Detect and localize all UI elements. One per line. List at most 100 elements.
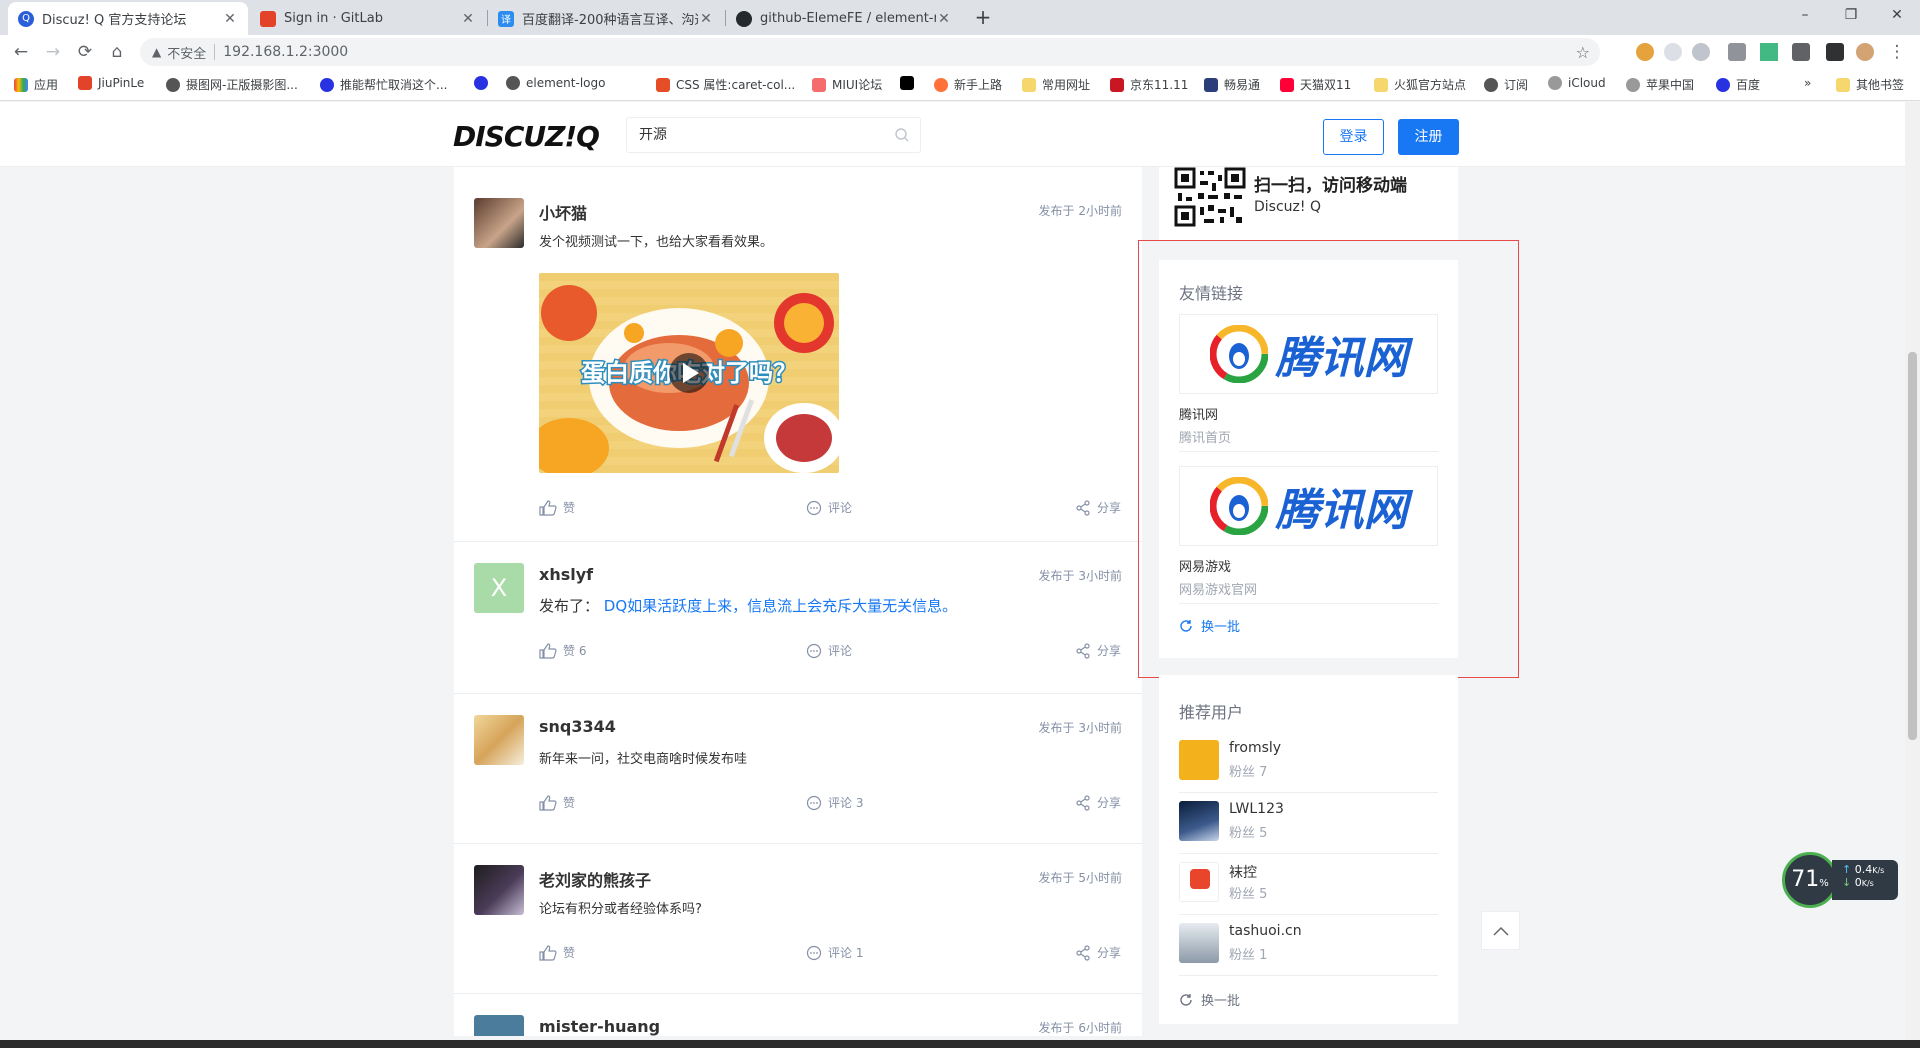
bookmark-item[interactable]: JiuPinLe <box>78 76 144 90</box>
search-input[interactable]: 开源 <box>626 117 921 153</box>
friend-link-item[interactable]: 腾讯网 腾讯网 腾讯首页 <box>1179 314 1438 446</box>
scrollbar-thumb[interactable] <box>1908 352 1917 740</box>
like-button[interactable]: 赞 <box>539 794 575 811</box>
user-name[interactable]: LWL123 <box>1229 801 1284 817</box>
avatar[interactable]: X <box>474 563 524 613</box>
bookmark-item[interactable]: 推能帮忙取消这个... <box>320 76 447 93</box>
home-icon[interactable]: ⌂ <box>104 39 130 65</box>
login-button[interactable]: 登录 <box>1323 119 1384 155</box>
bookmark-item[interactable]: element-logo <box>506 76 605 90</box>
extension-icon[interactable] <box>1692 43 1710 61</box>
bookmark-item[interactable] <box>900 76 920 90</box>
like-button[interactable]: 赞 <box>539 499 575 516</box>
user-item[interactable]: fromsly 粉丝 7 <box>1179 732 1438 793</box>
bookmarks-overflow-button[interactable]: » <box>1804 76 1811 90</box>
post-link[interactable]: DQ如果活跃度上来，信息流上会充斥大量无关信息。 <box>604 597 957 615</box>
tab-baidu-translate[interactable]: 译 百度翻译-200种语言互译、沟通 ✕ <box>488 2 724 35</box>
discuz-logo[interactable]: DISCUZ!Q <box>453 120 600 153</box>
share-button[interactable]: 分享 <box>1075 499 1121 516</box>
post-item[interactable]: X xhslyf 发布于 3小时前 发布了： DQ如果活跃度上来，信息流上会充斥… <box>454 543 1142 694</box>
close-tab-icon[interactable]: ✕ <box>698 11 714 27</box>
vue-devtools-icon[interactable] <box>1760 43 1778 61</box>
extension-icon[interactable] <box>1792 43 1810 61</box>
user-item[interactable]: 袜控 粉丝 5 <box>1179 854 1438 915</box>
bookmark-item[interactable]: 应用 <box>14 76 58 93</box>
bookmark-item[interactable]: iCloud <box>1548 76 1606 90</box>
minimize-button[interactable]: – <box>1782 0 1828 30</box>
bookmark-star-icon[interactable]: ☆ <box>1576 43 1590 62</box>
user-item[interactable]: tashuoi.cn 粉丝 1 <box>1179 915 1438 976</box>
avatar[interactable] <box>474 1015 524 1036</box>
avatar[interactable] <box>474 715 524 765</box>
refresh-links-button[interactable]: 换一批 <box>1179 616 1240 635</box>
tab-github[interactable]: github-ElemeFE / element-rea ✕ <box>726 2 962 35</box>
extension-icon[interactable] <box>1664 43 1682 61</box>
avatar[interactable] <box>1179 923 1219 963</box>
post-author[interactable]: xhslyf <box>539 565 593 584</box>
bookmark-item[interactable]: MIUI论坛 <box>812 76 882 93</box>
bookmark-item[interactable]: 畅易通 <box>1204 76 1260 93</box>
post-text[interactable]: 新年来一问，社交电商啥时候发布哇 <box>539 748 747 767</box>
post-author[interactable]: snq3344 <box>539 717 616 736</box>
post-item[interactable]: 小坏猫 发布于 2小时前 发个视频测试一下，也给大家看看效果。 赞 评论 分享 <box>454 178 1142 542</box>
video-thumbnail[interactable]: 蛋白质你吃对了吗？ <box>539 273 839 473</box>
close-tab-icon[interactable]: ✕ <box>460 11 476 27</box>
post-author[interactable]: 小坏猫 <box>539 200 587 224</box>
page-scrollbar[interactable] <box>1905 102 1920 1040</box>
more-menu-icon[interactable]: ⋮ <box>1884 39 1910 65</box>
avatar[interactable] <box>1179 801 1219 841</box>
bookmark-item[interactable]: 其他书签 <box>1836 76 1904 93</box>
new-tab-button[interactable]: + <box>970 5 996 31</box>
bookmark-item[interactable]: 百度 <box>1716 76 1760 93</box>
avatar[interactable] <box>1179 862 1219 902</box>
tab-discuz[interactable]: Q Discuz! Q 官方支持论坛 ✕ <box>8 2 248 35</box>
avatar[interactable] <box>474 865 524 915</box>
search-icon[interactable] <box>894 127 910 143</box>
bookmark-item[interactable]: 京东11.11 <box>1110 76 1188 93</box>
comment-button[interactable]: 评论 <box>806 499 852 516</box>
refresh-users-button[interactable]: 换一批 <box>1179 990 1240 1009</box>
post-author[interactable]: 老刘家的熊孩子 <box>539 867 651 891</box>
bookmark-item[interactable]: 苹果中国 <box>1626 76 1694 93</box>
user-item[interactable]: LWL123 粉丝 5 <box>1179 793 1438 854</box>
forward-icon[interactable]: → <box>40 39 66 65</box>
user-name[interactable]: tashuoi.cn <box>1229 923 1302 939</box>
post-text[interactable]: 发个视频测试一下，也给大家看看效果。 <box>539 231 773 250</box>
like-button[interactable]: 赞 <box>539 944 575 961</box>
back-to-top-button[interactable] <box>1481 911 1520 950</box>
share-button[interactable]: 分享 <box>1075 944 1121 961</box>
tab-gitlab[interactable]: Sign in · GitLab ✕ <box>250 2 486 35</box>
user-name[interactable]: 袜控 <box>1229 862 1257 882</box>
bookmark-item[interactable]: 订阅 <box>1484 76 1528 93</box>
bookmark-item[interactable]: 摄图网-正版摄影图... <box>166 76 298 93</box>
post-text[interactable]: 论坛有积分或者经验体系吗? <box>539 898 702 917</box>
comment-button[interactable]: 评论 1 <box>806 944 863 961</box>
like-button[interactable]: 赞 6 <box>539 642 586 659</box>
puzzle-icon[interactable] <box>1826 43 1844 61</box>
bookmark-item[interactable] <box>474 76 494 90</box>
cookie-extension-icon[interactable] <box>1636 43 1654 61</box>
share-button[interactable]: 分享 <box>1075 642 1121 659</box>
post-item[interactable]: mister-huang 发布于 6小时前 <box>454 995 1142 1036</box>
bookmark-item[interactable]: 新手上路 <box>934 76 1002 93</box>
profile-avatar-icon[interactable] <box>1856 43 1874 61</box>
network-speed-widget[interactable]: 71% ↑ 0.4K/s ↓ 0K/s <box>1782 852 1900 908</box>
comment-button[interactable]: 评论 <box>806 642 852 659</box>
back-icon[interactable]: ← <box>8 39 34 65</box>
extension-icon[interactable] <box>1728 43 1746 61</box>
close-tab-icon[interactable]: ✕ <box>936 11 952 27</box>
close-tab-icon[interactable]: ✕ <box>222 11 238 27</box>
user-name[interactable]: fromsly <box>1229 740 1281 756</box>
comment-button[interactable]: 评论 3 <box>806 794 863 811</box>
bookmark-item[interactable]: 火狐官方站点 <box>1374 76 1466 93</box>
bookmark-item[interactable]: 天猫双11 <box>1280 76 1351 93</box>
bookmark-item[interactable]: 常用网址 <box>1022 76 1090 93</box>
post-item[interactable]: 老刘家的熊孩子 发布于 5小时前 论坛有积分或者经验体系吗? 赞 评论 1 分享 <box>454 845 1142 994</box>
post-author[interactable]: mister-huang <box>539 1017 660 1036</box>
close-window-button[interactable]: ✕ <box>1874 0 1920 30</box>
reload-icon[interactable]: ⟳ <box>72 39 98 65</box>
register-button[interactable]: 注册 <box>1398 119 1459 155</box>
bookmark-item[interactable]: CSS 属性:caret-col... <box>656 76 795 93</box>
post-item[interactable]: snq3344 发布于 3小时前 新年来一问，社交电商啥时候发布哇 赞 评论 3… <box>454 695 1142 844</box>
maximize-button[interactable]: ❐ <box>1828 0 1874 30</box>
